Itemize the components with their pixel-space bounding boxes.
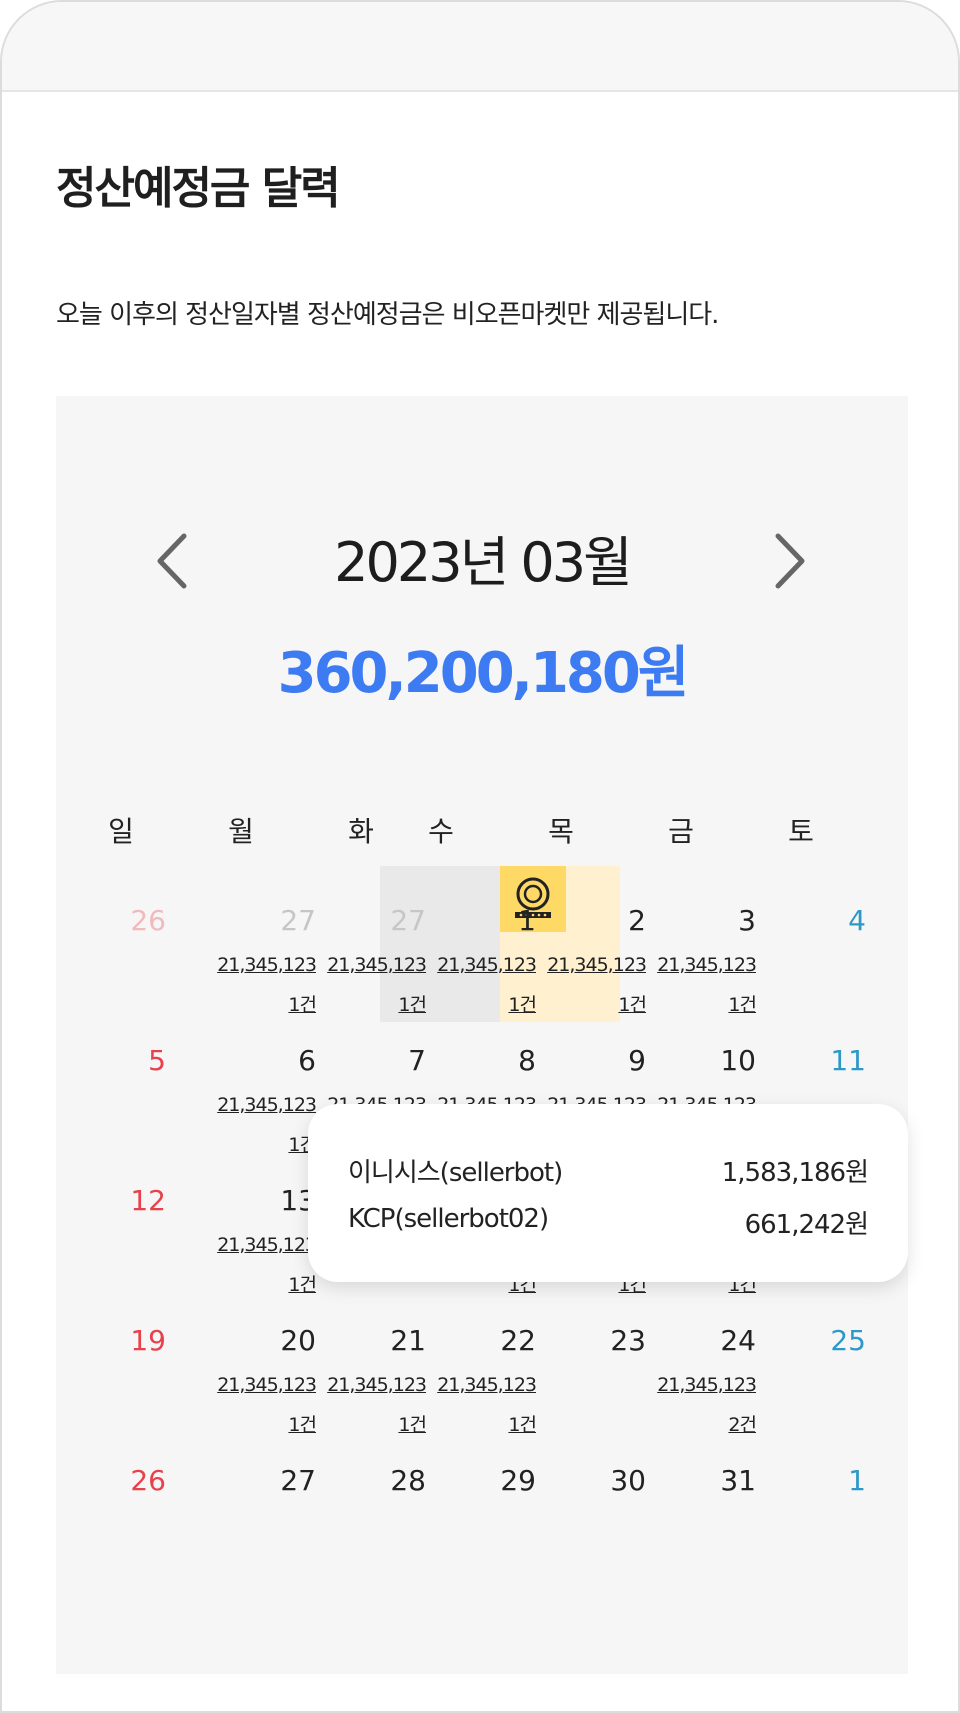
day-number: 23 xyxy=(610,1324,646,1357)
day-amount-link[interactable]: 21,345,123 xyxy=(217,954,317,976)
calendar-day-cell[interactable]: 4 xyxy=(756,866,876,1016)
day-number: 26 xyxy=(130,904,166,937)
day-number: 4 xyxy=(848,904,866,937)
day-number: 6 xyxy=(298,1044,316,1077)
notice-text: 오늘 이후의 정산일자별 정산예정금은 비오픈마켓만 제공됩니다. xyxy=(56,300,719,330)
calendar-day-cell[interactable]: 12 xyxy=(56,1146,176,1296)
weekday-sun: 일 xyxy=(108,815,134,848)
day-number: 11 xyxy=(830,1044,866,1077)
day-number: 19 xyxy=(130,1324,166,1357)
calendar-day-cell[interactable]: 30 xyxy=(536,1426,656,1576)
day-number: 22 xyxy=(500,1324,536,1357)
weekday-mon: 월 xyxy=(228,815,254,848)
status-bar xyxy=(2,2,958,92)
day-number: 28 xyxy=(390,1464,426,1497)
day-number: 8 xyxy=(518,1044,536,1077)
pg-amount: 1,583,186원 xyxy=(721,1158,869,1188)
settlement-tooltip: 이니시스(sellerbot) 1,583,186원 KCP(sellerbot… xyxy=(308,1104,908,1282)
day-number: 27 xyxy=(280,904,316,937)
day-amount-link[interactable]: 21,345,123 xyxy=(217,1234,317,1256)
next-month-button[interactable] xyxy=(756,526,816,596)
day-amount-link[interactable]: 21,345,123 xyxy=(437,1374,537,1396)
day-amount-link[interactable]: 21,345,123 xyxy=(217,1374,317,1396)
calendar-day-cell[interactable]: 26 xyxy=(56,866,176,1016)
calendar-day-cell[interactable]: 20 21,345,123 1건 xyxy=(206,1286,326,1436)
calendar-day-cell[interactable]: 28 xyxy=(316,1426,436,1576)
day-number: 10 xyxy=(720,1044,756,1077)
weekday-fri: 금 xyxy=(668,815,694,848)
day-number: 25 xyxy=(830,1324,866,1357)
pg-name: KCP(sellerbot02) xyxy=(348,1204,549,1234)
day-number: 27 xyxy=(390,904,426,937)
calendar-day-cell[interactable]: 26 xyxy=(56,1426,176,1576)
day-number: 24 xyxy=(720,1324,756,1357)
day-number: 2 xyxy=(628,904,646,937)
day-amount-link[interactable]: 21,345,123 xyxy=(547,954,647,976)
day-number: 26 xyxy=(130,1464,166,1497)
day-amount-link[interactable]: 21,345,123 xyxy=(657,1374,757,1396)
weekday-header: 일 월 화 수 목 금 토 xyxy=(56,810,908,850)
calendar-day-cell[interactable]: 5 xyxy=(56,1006,176,1156)
day-number: 9 xyxy=(628,1044,646,1077)
day-number: 3 xyxy=(738,904,756,937)
calendar-day-cell[interactable]: 25 xyxy=(756,1286,876,1436)
day-number: 5 xyxy=(148,1044,166,1077)
day-amount-link[interactable]: 21,345,123 xyxy=(657,954,757,976)
chevron-right-icon xyxy=(775,533,805,589)
day-number: 7 xyxy=(408,1044,426,1077)
calendar-day-cell[interactable]: 22 21,345,123 1건 xyxy=(426,1286,546,1436)
page-title: 정산예정금 달력 xyxy=(56,163,341,214)
calendar-day-cell[interactable]: 29 xyxy=(426,1426,546,1576)
day-amount-link[interactable]: 21,345,123 xyxy=(327,954,427,976)
calendar-day-cell[interactable]: 21 21,345,123 1건 xyxy=(316,1286,436,1436)
weekday-wed: 수 xyxy=(428,815,454,848)
calendar-day-cell[interactable]: 1 xyxy=(756,1426,876,1576)
day-amount-link[interactable]: 21,345,123 xyxy=(327,1374,427,1396)
day-number: 12 xyxy=(130,1184,166,1217)
day-number: 21 xyxy=(390,1324,426,1357)
month-total-amount: 360,200,180원 xyxy=(277,641,690,706)
weekday-thu: 목 xyxy=(548,815,574,848)
calendar-day-cell[interactable]: 2 21,345,123 1건 xyxy=(536,866,656,1016)
weekday-tue: 화 xyxy=(348,815,374,848)
calendar-day-cell[interactable]: 19 xyxy=(56,1286,176,1436)
calendar-day-cell[interactable]: 31 xyxy=(646,1426,766,1576)
day-number: 29 xyxy=(500,1464,536,1497)
calendar-panel: 2023년 03월 360,200,180원 일 월 화 수 목 금 토 26 … xyxy=(56,396,908,1674)
calendar-day-cell[interactable]: 27 21,345,123 1건 xyxy=(316,866,436,1016)
calendar-day-cell[interactable]: 24 21,345,123 2건 xyxy=(646,1286,766,1436)
day-number: 27 xyxy=(280,1464,316,1497)
day-number: 1 xyxy=(518,904,536,937)
day-amount-link[interactable]: 21,345,123 xyxy=(217,1094,317,1116)
weekday-sat: 토 xyxy=(788,815,814,848)
calendar-day-cell[interactable]: 1 21,345,123 1건 xyxy=(426,866,546,1016)
day-number: 1 xyxy=(848,1464,866,1497)
calendar-day-cell[interactable]: 27 xyxy=(206,1426,326,1576)
pg-name: 이니시스(sellerbot) xyxy=(348,1158,563,1188)
tooltip-row: 이니시스(sellerbot) 1,583,186원 xyxy=(348,1152,869,1192)
day-number: 31 xyxy=(720,1464,756,1497)
day-number: 20 xyxy=(280,1324,316,1357)
tooltip-row: KCP(sellerbot02) 661,242원 xyxy=(348,1204,869,1244)
day-amount-link[interactable]: 21,345,123 xyxy=(437,954,537,976)
phone-frame: 정산예정금 달력 오늘 이후의 정산일자별 정산예정금은 비오픈마켓만 제공됩니… xyxy=(0,0,960,1713)
pg-amount: 661,242원 xyxy=(744,1210,869,1240)
calendar-day-cell[interactable]: 27 21,345,123 1건 xyxy=(206,866,326,1016)
calendar-day-cell[interactable]: 23 xyxy=(536,1286,656,1436)
day-number: 30 xyxy=(610,1464,646,1497)
calendar-day-cell[interactable]: 3 21,345,123 1건 xyxy=(646,866,766,1016)
